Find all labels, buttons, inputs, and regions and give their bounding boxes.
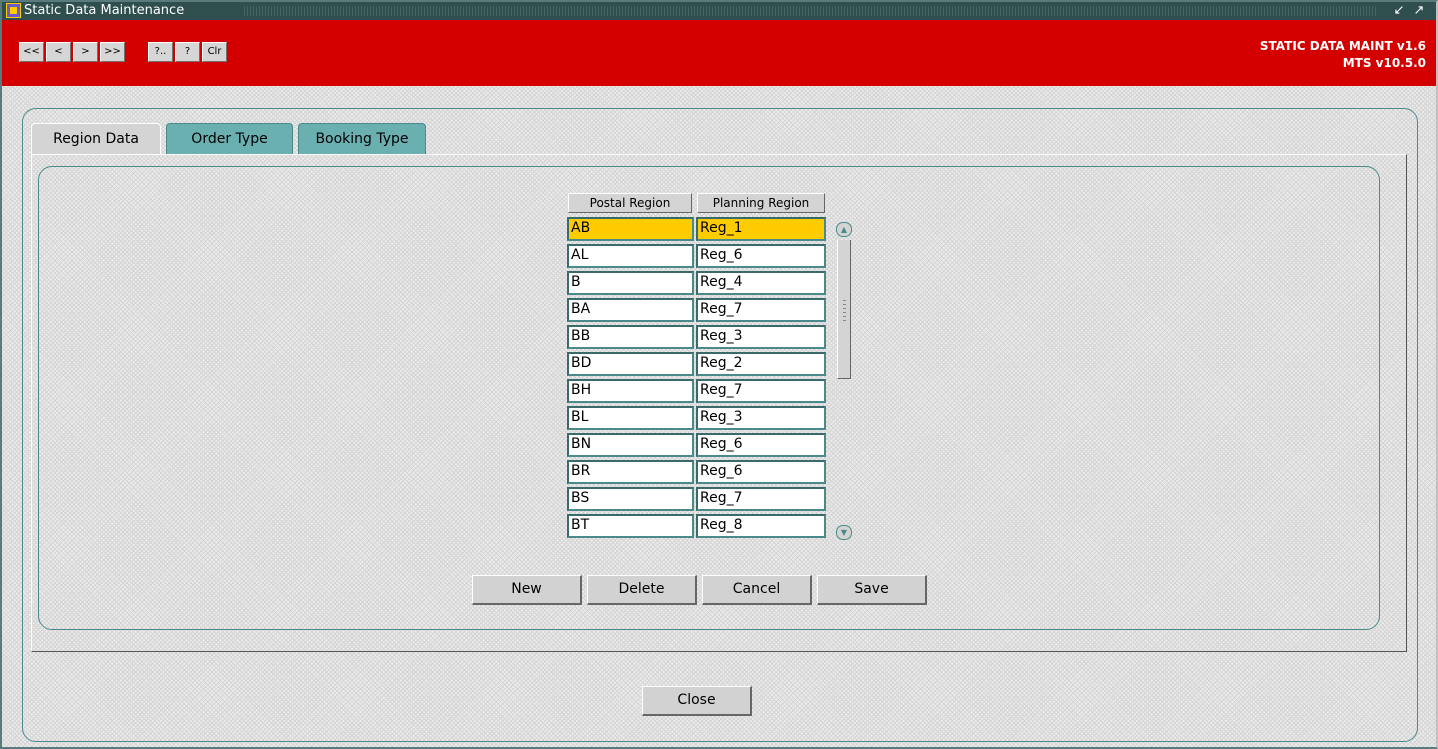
postal-region-cell[interactable]: BL (567, 406, 694, 430)
query-button[interactable]: ?.. (148, 42, 173, 62)
app-icon (6, 3, 21, 18)
toolbar: << < > >> ?.. ? Clr STATIC DATA MAINT v1… (2, 20, 1436, 86)
planning-region-cell[interactable]: Reg_2 (696, 352, 826, 376)
postal-region-cell[interactable]: BB (567, 325, 694, 349)
form-canvas: Region Data Order Type Booking Type Post… (2, 86, 1436, 747)
scroll-thumb[interactable] (837, 240, 851, 379)
scroll-up-icon[interactable]: ▲ (836, 222, 852, 237)
scroll-down-icon[interactable]: ▼ (836, 525, 852, 540)
postal-region-cell[interactable]: BS (567, 487, 694, 511)
grid-scrollbar[interactable]: ▲ ▼ (836, 222, 852, 540)
postal-region-cell[interactable]: AL (567, 244, 694, 268)
column-header-postal-region: Postal Region (568, 193, 692, 213)
close-button[interactable]: Close (642, 686, 752, 716)
planning-region-cell[interactable]: Reg_4 (696, 271, 826, 295)
planning-region-cell[interactable]: Reg_3 (696, 406, 826, 430)
postal-region-cell[interactable]: AB (567, 217, 694, 241)
brand-version: STATIC DATA MAINT v1.6 (1259, 39, 1426, 53)
cancel-button[interactable]: Cancel (702, 575, 812, 605)
planning-region-cell[interactable]: Reg_7 (696, 298, 826, 322)
tab-region-data[interactable]: Region Data (31, 123, 161, 155)
column-header-planning-region: Planning Region (697, 193, 825, 213)
postal-region-cell[interactable]: BR (567, 460, 694, 484)
postal-region-cell[interactable]: BT (567, 514, 694, 538)
main-window: Static Data Maintenance ↙ ↗ << < > >> ?.… (0, 0, 1438, 749)
title-bar-texture (244, 6, 1376, 16)
save-button[interactable]: Save (817, 575, 927, 605)
postal-region-cell[interactable]: B (567, 271, 694, 295)
next-record-button[interactable]: > (73, 42, 98, 62)
postal-region-cell[interactable]: BH (567, 379, 694, 403)
planning-region-cell[interactable]: Reg_8 (696, 514, 826, 538)
postal-region-cell[interactable]: BN (567, 433, 694, 457)
planning-region-cell[interactable]: Reg_6 (696, 244, 826, 268)
planning-region-cell[interactable]: Reg_7 (696, 487, 826, 511)
clear-button[interactable]: Clr (202, 42, 227, 62)
planning-region-cell[interactable]: Reg_7 (696, 379, 826, 403)
last-record-button[interactable]: >> (100, 42, 125, 62)
execute-query-button[interactable]: ? (175, 42, 200, 62)
tab-order-type[interactable]: Order Type (166, 123, 293, 155)
maximize-icon[interactable]: ↗ (1412, 2, 1426, 20)
delete-button[interactable]: Delete (587, 575, 697, 605)
planning-region-cell[interactable]: Reg_6 (696, 460, 826, 484)
previous-record-button[interactable]: < (46, 42, 71, 62)
new-button[interactable]: New (472, 575, 582, 605)
brand-block: STATIC DATA MAINT v1.6 MTS v10.5.0 (1260, 38, 1426, 72)
first-record-button[interactable]: << (19, 42, 44, 62)
system-version: MTS v10.5.0 (1342, 56, 1426, 70)
title-bar: Static Data Maintenance ↙ ↗ (2, 2, 1436, 20)
planning-region-cell[interactable]: Reg_1 (696, 217, 826, 241)
tab-booking-type[interactable]: Booking Type (298, 123, 426, 155)
planning-region-cell[interactable]: Reg_6 (696, 433, 826, 457)
minimize-icon[interactable]: ↙ (1392, 2, 1406, 20)
planning-region-cell[interactable]: Reg_3 (696, 325, 826, 349)
window-title: Static Data Maintenance (24, 3, 185, 18)
postal-region-cell[interactable]: BD (567, 352, 694, 376)
postal-region-cell[interactable]: BA (567, 298, 694, 322)
